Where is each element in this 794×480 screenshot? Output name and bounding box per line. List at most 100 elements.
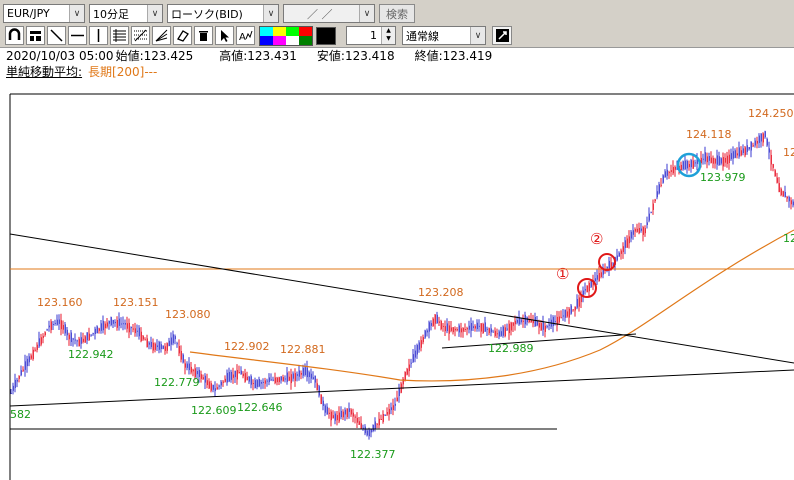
candle-body xyxy=(238,372,240,374)
color-swatch[interactable] xyxy=(299,26,312,36)
candle-body xyxy=(548,324,550,326)
candle-body xyxy=(706,156,708,163)
candle-body xyxy=(256,380,258,387)
candle-body xyxy=(538,323,540,328)
chevron-down-icon[interactable]: ∨ xyxy=(359,5,374,22)
color-swatch[interactable] xyxy=(273,35,286,45)
text-tool-icon[interactable]: A xyxy=(236,26,255,45)
chevron-down-icon[interactable]: ∨ xyxy=(147,5,162,22)
candle-body xyxy=(308,372,310,377)
color-swatch[interactable] xyxy=(260,26,273,36)
candle-body xyxy=(292,373,294,379)
candle-body xyxy=(596,275,598,280)
color-swatch[interactable] xyxy=(273,26,286,36)
candle-body xyxy=(586,285,588,293)
search-button[interactable]: 検索 xyxy=(379,4,415,23)
candle-body xyxy=(118,318,120,326)
candle-body xyxy=(754,140,756,146)
stepper-arrows-icon[interactable]: ▲ ▼ xyxy=(381,27,395,44)
candle-body xyxy=(226,372,228,383)
candle-body xyxy=(32,349,34,360)
candle-body xyxy=(448,325,450,334)
candle-body xyxy=(138,327,140,337)
candle-body xyxy=(36,344,38,350)
candle-body xyxy=(454,328,456,331)
chevron-down-icon[interactable]: ∨ xyxy=(263,5,278,22)
timeframe-select[interactable]: 10分足 ∨ xyxy=(89,4,163,23)
candle-body xyxy=(494,330,496,336)
fibonacci-icon[interactable] xyxy=(131,26,150,45)
fan-lines-icon[interactable] xyxy=(152,26,171,45)
color-palette[interactable] xyxy=(259,25,313,46)
candle-body xyxy=(444,326,446,332)
candle-body xyxy=(456,329,458,331)
candle-body xyxy=(718,156,720,166)
candle-body xyxy=(496,333,498,335)
candle-body xyxy=(94,328,96,334)
line-width-stepper[interactable]: 1 ▲ ▼ xyxy=(346,26,396,45)
chevron-down-icon[interactable]: ∨ xyxy=(69,5,84,22)
candle-body xyxy=(544,325,546,332)
chart-template-icon[interactable] xyxy=(26,26,45,45)
price-chart[interactable]: 123.160 123.151 123.080 122.902 122.881 123.2… xyxy=(0,80,794,480)
candle-body xyxy=(484,322,486,332)
selected-color-swatch[interactable] xyxy=(316,26,336,45)
chart-canvas[interactable]: 123.160 123.151 123.080 122.902 122.881 123.2… xyxy=(0,80,794,480)
color-swatch[interactable] xyxy=(299,35,312,45)
candle-body xyxy=(360,423,362,429)
vertical-line-icon[interactable] xyxy=(89,26,108,45)
candle-body xyxy=(462,328,464,332)
chart-type-select[interactable]: ローソク(BID) ∨ xyxy=(167,4,279,23)
candle-body xyxy=(30,355,32,359)
trash-icon[interactable] xyxy=(194,26,213,45)
candle-body xyxy=(674,166,676,170)
price-label: 122.377 xyxy=(350,448,396,461)
candle-body xyxy=(42,335,44,338)
channel-lines-icon[interactable] xyxy=(110,26,129,45)
candle-body xyxy=(670,170,672,172)
candle-body xyxy=(578,297,580,307)
candle-body xyxy=(76,340,78,342)
symbol-select[interactable]: EUR/JPY ∨ xyxy=(3,4,85,23)
candle-body xyxy=(658,184,660,194)
candle-body xyxy=(652,203,654,210)
candle-body xyxy=(758,135,760,143)
date-select[interactable]: ／ ／ ∨ xyxy=(283,4,375,23)
color-swatch[interactable] xyxy=(286,26,299,36)
chevron-down-icon[interactable]: ∨ xyxy=(470,27,485,44)
draw-tool-icon[interactable] xyxy=(492,26,512,45)
candle-body xyxy=(262,381,264,383)
horizontal-line-icon[interactable] xyxy=(68,26,87,45)
color-swatch[interactable] xyxy=(260,35,273,45)
eraser-icon[interactable] xyxy=(173,26,192,45)
indicator-long-ma: 長期[200]--- xyxy=(88,65,158,79)
candle-body xyxy=(100,323,102,331)
candle-body xyxy=(168,340,170,346)
candle-body xyxy=(176,343,178,345)
candle-body xyxy=(656,191,658,198)
candle-body xyxy=(254,380,256,388)
magnet-icon[interactable] xyxy=(5,26,24,45)
candle-body xyxy=(64,324,66,334)
cursor-icon[interactable] xyxy=(215,26,234,45)
candle-body xyxy=(336,415,338,421)
price-label: 12 xyxy=(783,146,794,159)
candle-body xyxy=(84,336,86,343)
color-swatch[interactable] xyxy=(286,35,299,45)
candle-body xyxy=(736,153,738,156)
candle-body xyxy=(132,328,134,330)
candle-body xyxy=(38,338,40,347)
candle-body xyxy=(688,164,690,168)
candle-body xyxy=(782,191,784,197)
candle-body xyxy=(128,322,130,333)
candle-body xyxy=(788,196,790,202)
candle-body xyxy=(682,161,684,170)
candle-body xyxy=(282,377,284,382)
candle-body xyxy=(124,323,126,325)
candle-body xyxy=(636,228,638,232)
candle-body xyxy=(96,326,98,334)
candle-body xyxy=(714,158,716,164)
line-style-select[interactable]: 通常線 ∨ xyxy=(402,26,486,45)
trendline-icon[interactable] xyxy=(47,26,66,45)
candle-body xyxy=(532,320,534,324)
